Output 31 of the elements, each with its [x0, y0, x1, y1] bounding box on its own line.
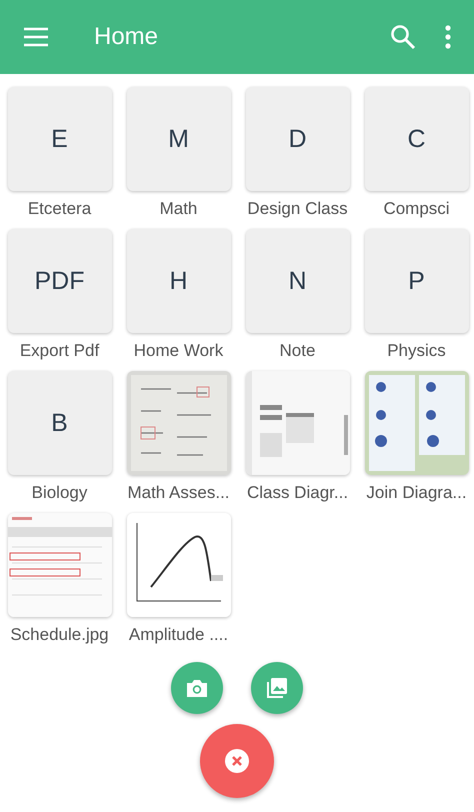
folder-tile[interactable]: E [8, 87, 112, 191]
close-icon [224, 748, 250, 774]
item-label: Schedule.jpg [10, 625, 109, 645]
item-label: Export Pdf [20, 341, 100, 361]
item-label: Biology [32, 483, 88, 503]
camera-button[interactable] [171, 662, 223, 714]
close-button[interactable] [200, 724, 274, 798]
item-label: Join Diagra... [366, 483, 467, 503]
folder-tile[interactable]: N [246, 229, 350, 333]
gallery-button[interactable] [251, 662, 303, 714]
item-label: Class Diagr... [246, 483, 348, 503]
camera-icon [185, 677, 209, 699]
item-label: Math Asses... [127, 483, 230, 503]
folder-tile[interactable]: M [126, 87, 230, 191]
folder-tile[interactable]: H [126, 229, 230, 333]
folder-tile[interactable]: B [8, 371, 112, 475]
image-icon [265, 676, 289, 700]
item-label: Etcetera [28, 199, 92, 219]
folder-tile[interactable]: C [364, 87, 468, 191]
item-label: Physics [387, 341, 446, 361]
item-label: Design Class [247, 199, 348, 219]
folder-tile[interactable]: D [246, 87, 350, 191]
folder-tile[interactable]: PDF [8, 229, 112, 333]
item-label: Note [280, 341, 316, 361]
item-label: Math [160, 199, 198, 219]
search-icon[interactable] [388, 22, 418, 52]
app-title: Home [94, 23, 160, 51]
folder-tile[interactable]: P [364, 229, 468, 333]
item-label: Amplitude .... [128, 625, 228, 645]
item-label: Compsci [383, 199, 450, 219]
item-label: Home Work [134, 341, 224, 361]
